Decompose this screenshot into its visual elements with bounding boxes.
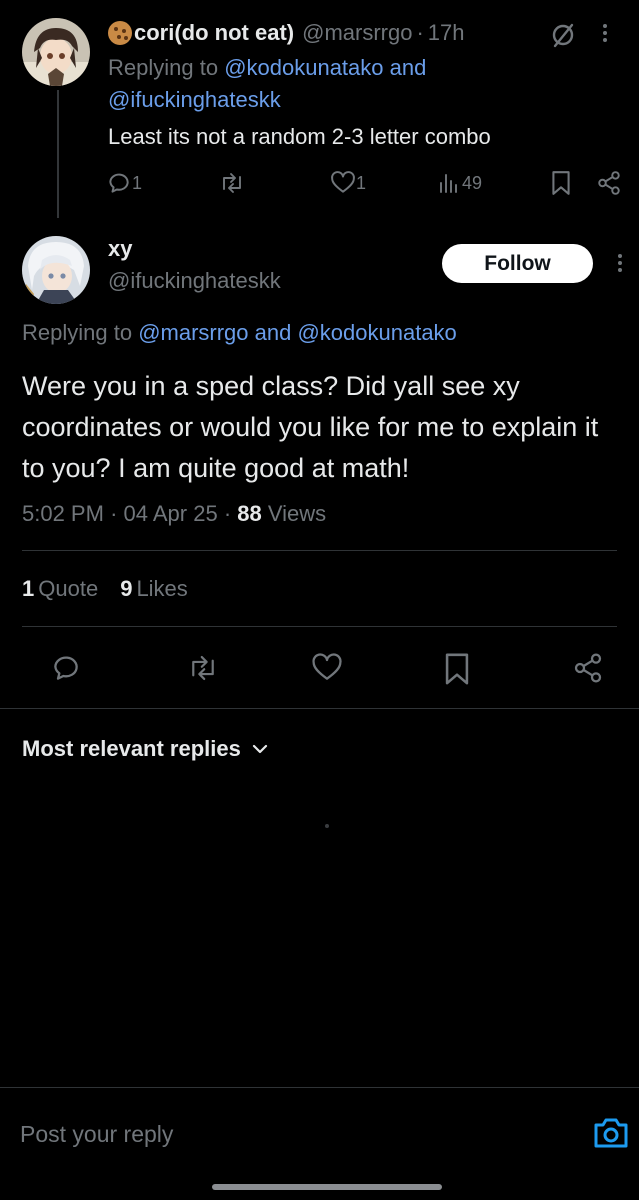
mention-link[interactable]: @ifuckinghateskk <box>108 87 281 112</box>
heart-icon <box>331 171 355 193</box>
bookmark-icon <box>445 653 469 685</box>
bookmark-action[interactable] <box>550 170 572 196</box>
bookmark-icon <box>552 171 570 195</box>
view-count: 49 <box>462 172 483 193</box>
author-handle[interactable]: @ifuckinghateskk <box>108 268 281 294</box>
separator-dot: · <box>223 501 232 526</box>
more-options-icon[interactable] <box>600 18 610 48</box>
cookie-icon <box>108 21 132 45</box>
separator-dot: · <box>110 501 118 526</box>
repost-action[interactable] <box>218 170 246 196</box>
replies-sort-dropdown[interactable]: Most relevant replies <box>22 736 269 762</box>
display-name[interactable]: cori(do not eat) <box>134 20 294 46</box>
loading-indicator <box>325 824 329 828</box>
quote-label: Quote <box>38 576 99 601</box>
avatar-xy[interactable] <box>22 236 90 304</box>
view-count: 88 <box>237 501 262 526</box>
tweet-date[interactable]: 04 Apr 25 <box>124 501 218 526</box>
reply-action[interactable]: 1 <box>106 170 142 196</box>
reply-count: 1 <box>132 172 143 193</box>
tweet-metadata: 5:02 PM · 04 Apr 25 · 88 Views <box>22 501 326 527</box>
reply-icon <box>109 173 129 193</box>
home-indicator[interactable] <box>212 1184 442 1190</box>
share-icon <box>598 171 620 195</box>
author-display-name[interactable]: xy <box>108 236 132 262</box>
avatar-cori[interactable] <box>22 18 90 86</box>
replying-to: Replying to @marsrrgo and @kodokunatako <box>22 320 457 346</box>
replies-sort-label: Most relevant replies <box>22 736 241 761</box>
follow-button[interactable]: Follow <box>442 244 593 283</box>
replying-to-label: Replying to <box>108 55 225 80</box>
share-action[interactable] <box>596 170 622 196</box>
grok-slash-icon[interactable] <box>548 20 578 50</box>
views-label: Views <box>267 501 327 526</box>
share-action[interactable] <box>572 652 604 684</box>
like-count: 1 <box>356 172 367 193</box>
like-action[interactable]: 1 <box>330 170 366 196</box>
section-divider <box>0 708 639 709</box>
tweet-text: Were you in a sped class? Did yall see x… <box>22 371 599 483</box>
parent-reply[interactable]: cori(do not eat) @marsrrgo · 17h Replyin… <box>0 0 639 215</box>
replying-to-label: Replying to <box>22 320 139 345</box>
timestamp[interactable]: 17h <box>428 20 465 46</box>
repost-action[interactable] <box>186 652 220 684</box>
divider <box>22 550 617 551</box>
bookmark-action[interactable] <box>442 652 472 686</box>
more-options-icon[interactable] <box>615 248 625 278</box>
replying-and: and <box>383 55 427 80</box>
engagement-stats: 1 Quote 9 Likes <box>22 576 188 602</box>
separator-dot: · <box>416 20 424 45</box>
mention-link[interactable]: @kodokunatako <box>224 55 383 80</box>
reply-icon <box>54 656 78 680</box>
share-icon <box>574 653 602 683</box>
replying-to: Replying to @kodokunatako and @ifuckingh… <box>108 52 528 116</box>
reply-input[interactable] <box>20 1116 560 1152</box>
repost-icon <box>223 173 241 193</box>
like-label: Likes <box>136 576 188 601</box>
replying-and: and <box>248 320 298 345</box>
reply-text: Least its not a random 2-3 letter combo <box>108 124 491 149</box>
chevron-down-icon <box>252 744 267 754</box>
user-handle[interactable]: @marsrrgo <box>302 20 412 46</box>
likes-stat[interactable]: 9 Likes <box>120 576 188 602</box>
divider <box>22 626 617 627</box>
like-action[interactable] <box>310 652 344 684</box>
camera-icon[interactable] <box>592 1116 630 1150</box>
analytics-icon <box>440 174 457 193</box>
quotes-stat[interactable]: 1 Quote <box>22 576 98 602</box>
mention-link[interactable]: @marsrrgo <box>138 320 248 345</box>
repost-icon <box>192 655 214 681</box>
reply-action[interactable] <box>50 652 82 684</box>
mention-link[interactable]: @kodokunatako <box>297 320 456 345</box>
quote-count: 1 <box>22 576 35 601</box>
heart-icon <box>312 653 342 680</box>
views-action[interactable]: 49 <box>438 170 482 196</box>
tweet-time[interactable]: 5:02 PM <box>22 501 104 526</box>
like-count: 9 <box>120 576 133 601</box>
